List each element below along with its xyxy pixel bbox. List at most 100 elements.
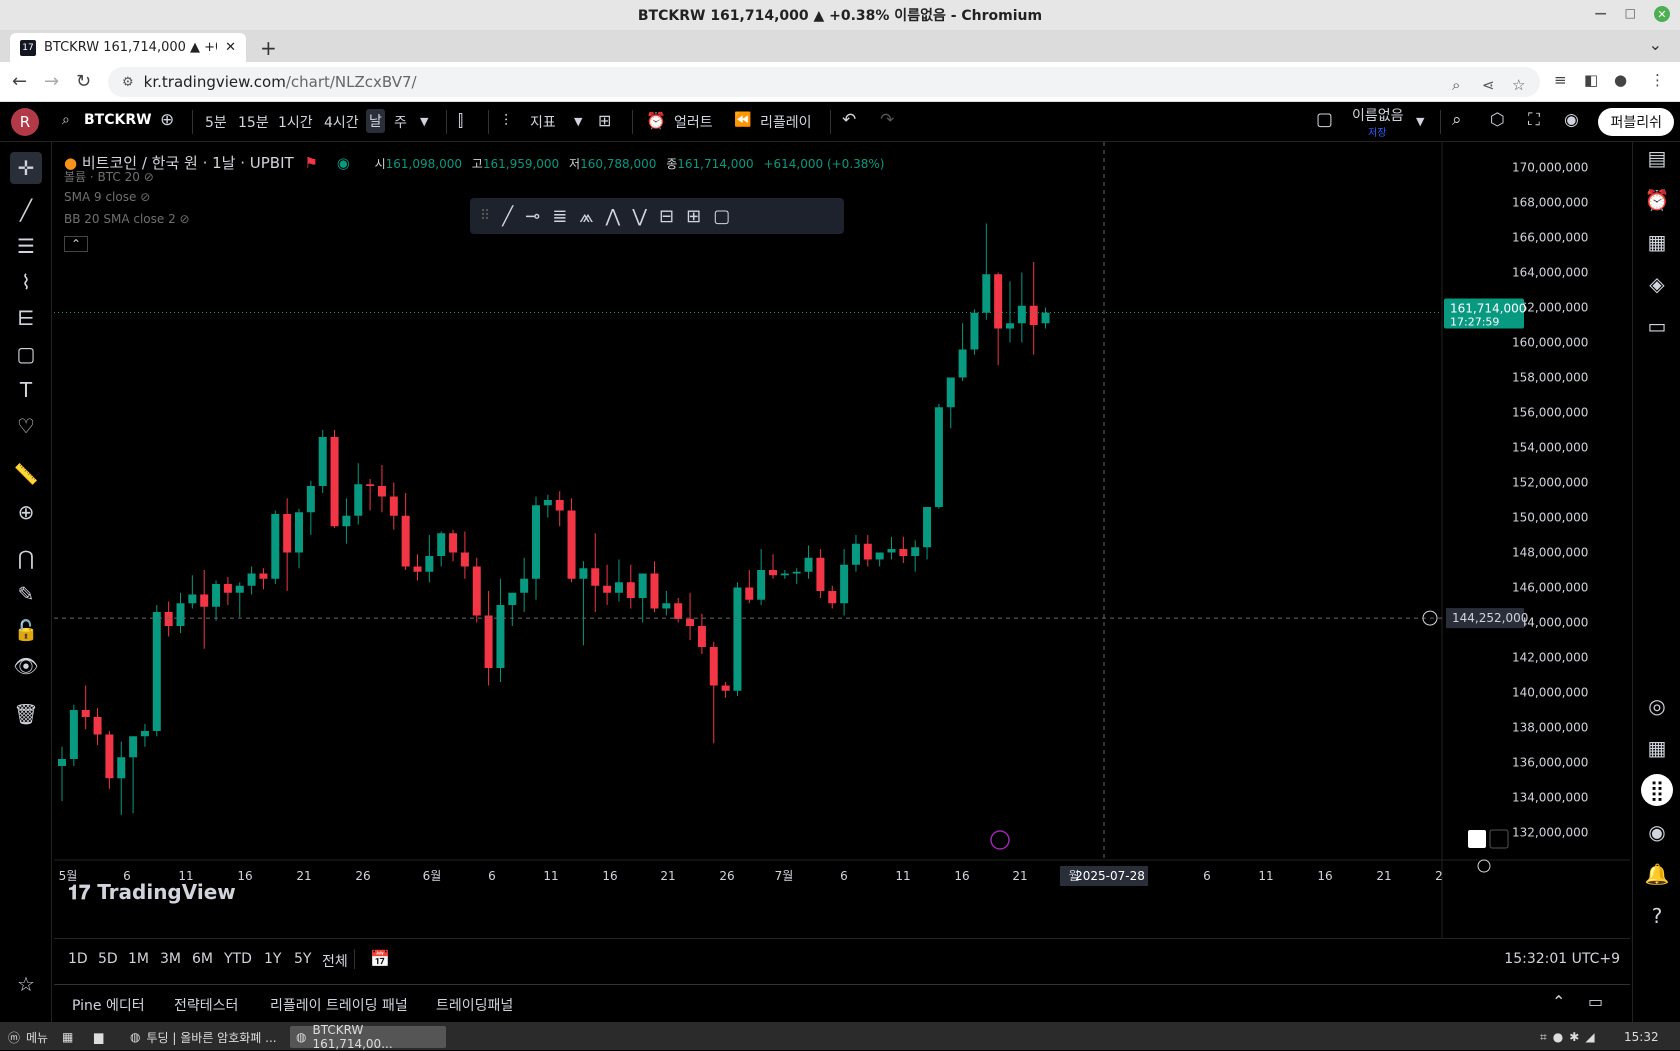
symbol-search-button[interactable]: BTCKRW [84, 112, 152, 128]
products-grid-icon[interactable]: ⣿ [1641, 774, 1673, 806]
volume-indicator-label[interactable]: 볼륨 · BTC 20 ⊘ [64, 168, 154, 185]
alerts-clock-icon[interactable]: ⏰ [1641, 184, 1673, 216]
indicators-button[interactable]: 지표 [530, 112, 556, 132]
horizontal-ray-icon[interactable]: ⊸ [525, 206, 540, 227]
indicators-dropdown-icon[interactable]: ▼ [574, 115, 582, 128]
interval-dropdown-icon[interactable]: ▼ [420, 115, 428, 128]
range-5d[interactable]: 5D [98, 951, 118, 967]
pattern-icon[interactable]: ⌇ [10, 266, 42, 298]
favorites-star-icon[interactable]: ☆ [10, 968, 42, 1000]
chart-pane[interactable]: 132,000,000 134,000,000 136,000,000 138,000… [54, 142, 1630, 938]
undo-icon[interactable]: ↶ [842, 110, 856, 130]
forward-icon[interactable]: → [44, 71, 59, 92]
browser-menu-icon[interactable]: ⋮ [1650, 71, 1665, 89]
tab-pine-editor[interactable]: Pine 에디터 [72, 995, 145, 1015]
tab-trading-panel[interactable]: 트레이딩패널 [436, 995, 513, 1015]
interval-4h[interactable]: 4시간 [324, 112, 359, 132]
fullscreen-icon[interactable]: ⛶ [1528, 110, 1540, 130]
hidden-eye-icon[interactable]: ⊘ [140, 190, 150, 204]
close-window-icon[interactable]: ✕ [1654, 6, 1670, 22]
crosshair-icon[interactable]: ✛ [10, 152, 42, 184]
alert-clock-icon[interactable]: ⏰ [646, 111, 666, 130]
notifications-bell-icon[interactable]: 🔔 [1641, 858, 1673, 890]
flag-icon[interactable]: ⚑ [304, 154, 317, 172]
media-control-icon[interactable]: ≡ [1554, 71, 1567, 89]
quick-search-icon[interactable]: ⌕ [1452, 110, 1462, 130]
clock-timezone[interactable]: 15:32:01 UTC+9 [1504, 951, 1620, 967]
remove-drawings-trash-icon[interactable]: 🗑 [10, 698, 42, 730]
show-desktop-icon[interactable]: ▦ [56, 1026, 79, 1048]
profile-icon[interactable]: ● [1614, 71, 1627, 89]
sma-indicator-label[interactable]: SMA 9 close ⊘ [64, 190, 150, 204]
user-avatar[interactable]: R [11, 108, 39, 136]
range-ytd[interactable]: YTD [224, 951, 252, 967]
layout-window-icon[interactable]: ▢ [1316, 109, 1333, 130]
layers-icon[interactable]: ◈ [1641, 268, 1673, 300]
side-panel-icon[interactable]: ◧ [1584, 71, 1598, 89]
bb-indicator-label[interactable]: BB 20 SMA close 2 ⊘ [64, 212, 190, 226]
tab-search-icon[interactable]: ⌄ [1649, 35, 1662, 54]
replay-button[interactable]: 리플레이 [760, 112, 812, 132]
maximize-icon[interactable]: □ [1625, 6, 1636, 22]
browser-tab[interactable]: 17 BTCKRW 161,714,000 ▲ +0.38% ✕ [10, 33, 246, 62]
stay-in-drawing-pencil-icon[interactable]: ✎ [10, 578, 42, 610]
taskbar-app-2[interactable]: ◍ BTCKRW 161,714,00... [290, 1023, 446, 1051]
zoom-in-icon[interactable]: ⊕ [10, 496, 42, 528]
range-1m[interactable]: 1M [128, 951, 149, 967]
maximize-panel-icon[interactable]: ▭ [1588, 992, 1603, 1011]
bookmark-star-icon[interactable]: ☆ [1512, 76, 1525, 94]
start-menu-button[interactable]: ⓜ 메뉴 [2, 1026, 54, 1048]
share-icon[interactable]: ⋖ [1482, 76, 1495, 94]
indicators-icon[interactable]: ⫶ [504, 111, 508, 131]
collapse-legend-chevron-up-icon[interactable]: ⌃ [64, 236, 89, 252]
minimize-icon[interactable]: — [1595, 6, 1607, 22]
range-1y[interactable]: 1Y [264, 951, 281, 967]
abc-pattern-icon[interactable]: ⋀ [605, 206, 620, 227]
layout-templates-icon[interactable]: ⊞ [598, 111, 611, 130]
help-question-icon[interactable]: ? [1641, 900, 1673, 932]
range-3m[interactable]: 3M [160, 951, 181, 967]
compare-symbol-icon[interactable]: ⊕ [160, 110, 174, 130]
range-5y[interactable]: 5Y [294, 951, 311, 967]
short-position-icon[interactable]: ⊞ [686, 206, 701, 227]
drag-handle-icon[interactable]: ⠿ [480, 208, 490, 224]
symbol-search-icon[interactable]: ⌕ [62, 112, 70, 128]
hidden-eye-icon[interactable]: ⊘ [144, 170, 154, 184]
hide-drawings-eye-icon[interactable]: 👁 [10, 650, 42, 682]
reload-icon[interactable]: ↻ [76, 71, 91, 92]
site-info-icon[interactable]: ⚙ [122, 75, 134, 90]
price-chart[interactable]: 132,000,000 134,000,000 136,000,000 138,000… [54, 142, 1630, 938]
replay-icon[interactable]: ⏪ [734, 112, 751, 128]
object-tree-icon[interactable]: ▦ [1641, 226, 1673, 258]
settings-gear-icon[interactable]: ⬡ [1490, 110, 1505, 130]
magnet-icon[interactable]: ⋂ [10, 542, 42, 574]
measure-ruler-icon[interactable]: 📏 [10, 458, 42, 490]
zoom-search-icon[interactable]: ⌕ [1452, 76, 1460, 94]
tray-icons[interactable]: ⌗ ● ✱ ◢ [1534, 1026, 1601, 1048]
expand-panel-chevron-up-icon[interactable]: ⌃ [1552, 992, 1565, 1011]
interval-1d-selected[interactable]: 날 [366, 109, 385, 133]
chat-icon[interactable]: ▭ [1641, 310, 1673, 342]
taskbar-app-1[interactable]: ◍ 투딩 | 올바른 암호화폐 ... [124, 1026, 284, 1048]
watchlist-icon[interactable]: ▤ [1641, 142, 1673, 174]
lock-drawings-icon[interactable]: 🔓 [10, 614, 42, 646]
candle-style-icon[interactable]: ⫿ [458, 111, 463, 131]
close-tab-icon[interactable]: ✕ [225, 40, 236, 55]
interval-1h[interactable]: 1시간 [278, 112, 313, 132]
redo-icon[interactable]: ↷ [880, 110, 894, 130]
layout-name[interactable]: 이름없음 [1352, 105, 1404, 125]
fib-retracement-icon[interactable]: ☰ [10, 230, 42, 262]
tab-replay-trading-panel[interactable]: 리플레이 트레이딩 패널 [270, 995, 408, 1015]
file-manager-icon[interactable]: ▆ [88, 1026, 109, 1048]
elliott-wave-icon[interactable]: ⋁ [632, 206, 647, 227]
text-tool-icon[interactable]: T [10, 374, 42, 406]
long-position-icon[interactable]: ⊟ [659, 206, 674, 227]
range-6m[interactable]: 6M [192, 951, 213, 967]
interval-5m[interactable]: 5분 [205, 112, 227, 132]
new-tab-icon[interactable]: + [260, 36, 277, 60]
layout-dropdown-icon[interactable]: ▼ [1416, 115, 1424, 128]
tab-strategy-tester[interactable]: 전략테스터 [174, 995, 238, 1015]
goto-date-icon[interactable]: 📅 [370, 949, 390, 968]
hidden-eye-icon[interactable]: ⊘ [180, 212, 190, 226]
rectangle-icon[interactable]: ▢ [713, 206, 730, 227]
